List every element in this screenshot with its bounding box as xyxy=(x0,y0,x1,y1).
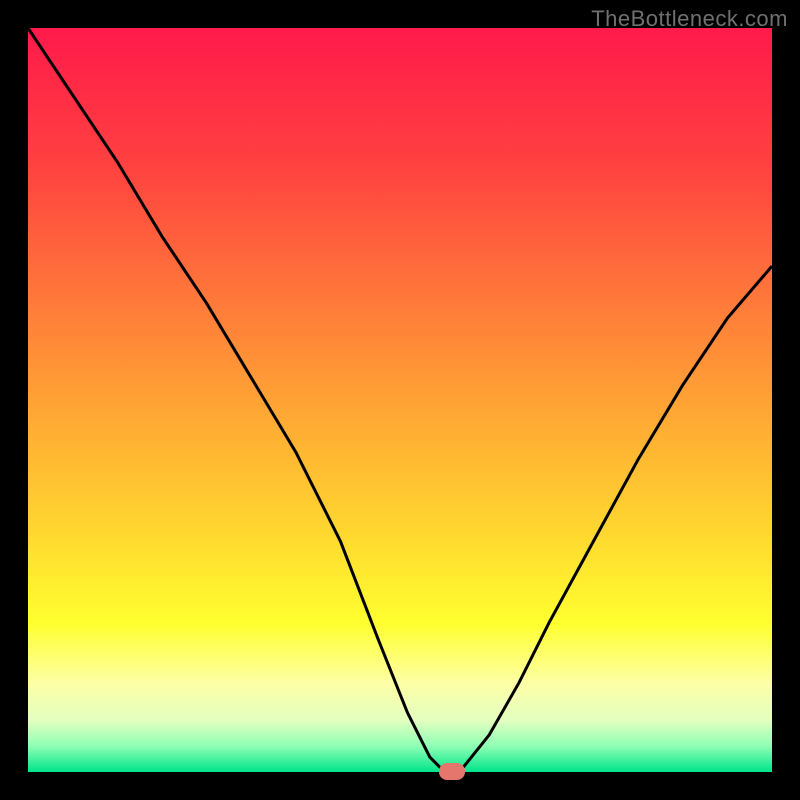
watermark-text: TheBottleneck.com xyxy=(591,6,788,32)
minimum-marker xyxy=(439,763,465,780)
chart-svg xyxy=(28,28,772,772)
gradient-background xyxy=(28,28,772,772)
chart-area xyxy=(28,28,772,772)
